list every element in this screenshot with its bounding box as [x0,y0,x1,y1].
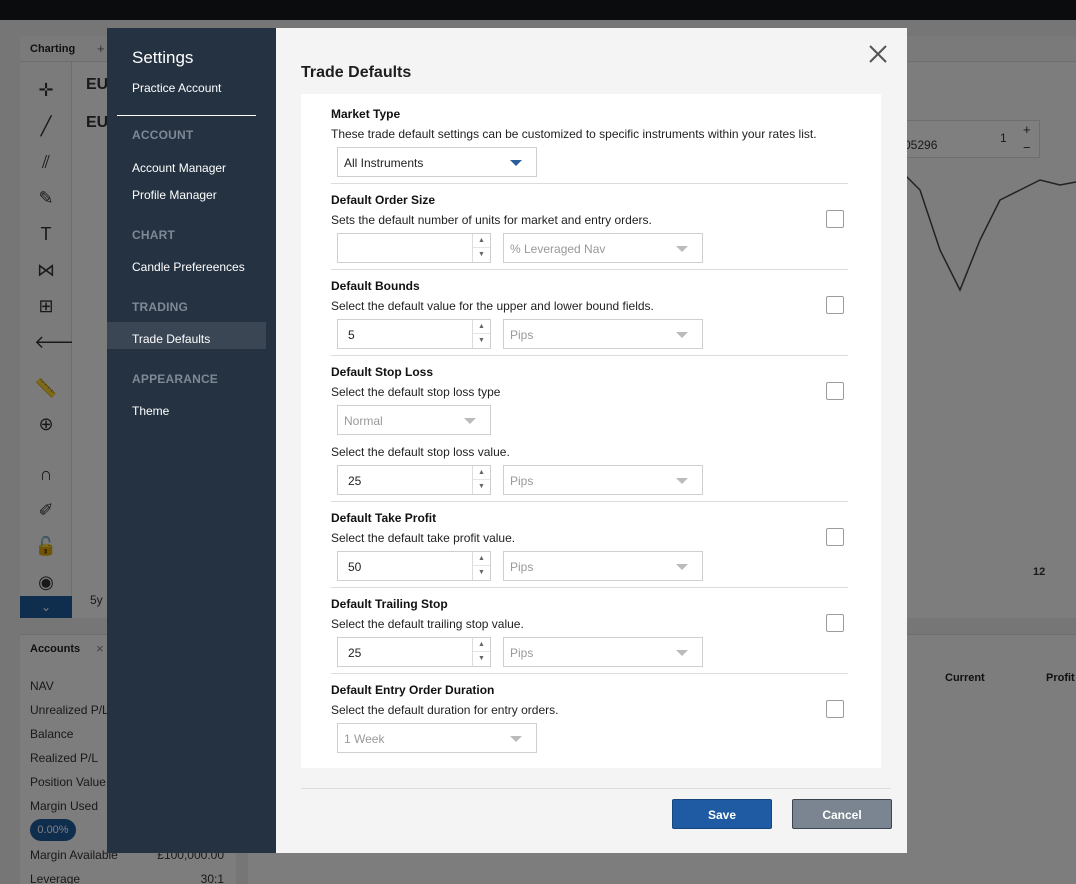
take-profit-title: Default Take Profit [331,511,437,525]
decrement-button[interactable]: ▼ [473,248,490,262]
market-type-select[interactable]: All Instruments [337,147,537,177]
order-size-input[interactable]: ▲ ▼ [337,233,491,263]
take-profit-description: Select the default take profit value. [331,531,516,545]
bounds-description: Select the default value for the upper a… [331,299,654,313]
increment-button[interactable]: ▲ [473,234,490,248]
entry-duration-select[interactable]: 1 Week [337,723,537,753]
stop-loss-title: Default Stop Loss [331,365,434,379]
section-appearance: APPEARANCE [132,372,219,386]
entry-duration-description: Select the default duration for entry or… [331,703,559,717]
bounds-value: 5 [348,328,355,342]
section-chart: CHART [132,228,175,242]
sidebar-item-account-manager[interactable]: Account Manager [132,161,226,175]
decrement-button[interactable]: ▼ [473,566,490,580]
order-size-stepper: ▲ ▼ [472,234,490,262]
chevron-down-icon [676,564,688,570]
trailing-stop-unit-select[interactable]: Pips [503,637,703,667]
sidebar-item-theme[interactable]: Theme [132,404,169,418]
bounds-stepper: ▲ ▼ [472,320,490,348]
take-profit-section: Default Take Profit Select the default t… [331,502,848,588]
stop-loss-input[interactable]: 25 ▲ ▼ [337,465,491,495]
order-size-section: Default Order Size Sets the default numb… [331,184,848,270]
section-account: ACCOUNT [132,128,194,142]
bounds-unit: Pips [510,328,534,342]
order-size-unit: % Leveraged Nav [510,242,606,256]
stop-loss-description: Select the default stop loss type [331,385,501,399]
entry-duration-value: 1 Week [344,732,385,746]
trailing-stop-stepper: ▲ ▼ [472,638,490,666]
increment-button[interactable]: ▲ [473,552,490,566]
take-profit-input[interactable]: 50 ▲ ▼ [337,551,491,581]
decrement-button[interactable]: ▼ [473,334,490,348]
bounds-input[interactable]: 5 ▲ ▼ [337,319,491,349]
order-size-checkbox[interactable] [826,210,844,228]
take-profit-unit: Pips [510,560,534,574]
settings-sidebar: Settings Practice Account ACCOUNT Accoun… [107,28,276,853]
bounds-title: Default Bounds [331,279,420,293]
bounds-checkbox[interactable] [826,296,844,314]
decrement-button[interactable]: ▼ [473,652,490,666]
stop-loss-value: 25 [348,474,362,488]
trailing-stop-checkbox[interactable] [826,614,844,632]
market-type-section: Market Type These trade default settings… [331,94,848,184]
chevron-down-icon [676,246,688,252]
take-profit-checkbox[interactable] [826,528,844,546]
trailing-stop-section: Default Trailing Stop Select the default… [331,588,848,674]
stop-loss-value-description: Select the default stop loss value. [331,445,510,459]
stop-loss-type-select[interactable]: Normal [337,405,491,435]
chevron-down-icon [510,736,522,742]
trailing-stop-description: Select the default trailing stop value. [331,617,524,631]
increment-button[interactable]: ▲ [473,466,490,480]
increment-button[interactable]: ▲ [473,638,490,652]
trailing-stop-title: Default Trailing Stop [331,597,448,611]
market-type-description: These trade default settings can be cust… [331,127,817,141]
sidebar-item-candle-preferences[interactable]: Candle Prefereences [132,260,245,274]
trailing-stop-unit: Pips [510,646,534,660]
footer-divider [301,788,891,789]
market-type-value: All Instruments [344,156,424,170]
entry-duration-checkbox[interactable] [826,700,844,718]
chevron-down-icon [676,478,688,484]
stop-loss-unit: Pips [510,474,534,488]
chevron-down-icon [510,160,522,166]
order-size-title: Default Order Size [331,193,436,207]
take-profit-value: 50 [348,560,362,574]
decrement-button[interactable]: ▼ [473,480,490,494]
chevron-down-icon [676,650,688,656]
settings-title: Settings [132,48,194,67]
stop-loss-checkbox[interactable] [826,382,844,400]
bounds-section: Default Bounds Select the default value … [331,270,848,356]
practice-account-label: Practice Account [132,81,222,95]
trailing-stop-input[interactable]: 25 ▲ ▼ [337,637,491,667]
take-profit-unit-select[interactable]: Pips [503,551,703,581]
entry-duration-title: Default Entry Order Duration [331,683,495,697]
market-type-title: Market Type [331,107,401,121]
increment-button[interactable]: ▲ [473,320,490,334]
order-size-unit-select[interactable]: % Leveraged Nav [503,233,703,263]
sidebar-item-profile-manager[interactable]: Profile Manager [132,188,217,202]
take-profit-stepper: ▲ ▼ [472,552,490,580]
bounds-unit-select[interactable]: Pips [503,319,703,349]
order-size-description: Sets the default number of units for mar… [331,213,652,227]
entry-duration-section: Default Entry Order Duration Select the … [331,674,848,764]
trailing-stop-value: 25 [348,646,362,660]
stop-loss-unit-select[interactable]: Pips [503,465,703,495]
save-button[interactable]: Save [672,799,772,829]
sidebar-item-trade-defaults[interactable]: Trade Defaults [132,332,210,346]
stop-loss-type: Normal [344,414,383,428]
stop-loss-section: Default Stop Loss Select the default sto… [331,356,848,502]
trade-defaults-dialog: Trade Defaults Market Type These trade d… [276,28,907,853]
chevron-down-icon [676,332,688,338]
cancel-button[interactable]: Cancel [792,799,892,829]
section-trading: TRADING [132,300,189,314]
stop-loss-stepper: ▲ ▼ [472,466,490,494]
close-icon[interactable] [866,42,890,66]
chevron-down-icon [464,418,476,424]
settings-panel: Market Type These trade default settings… [301,94,881,768]
divider [117,115,256,116]
dialog-title: Trade Defaults [301,64,412,81]
